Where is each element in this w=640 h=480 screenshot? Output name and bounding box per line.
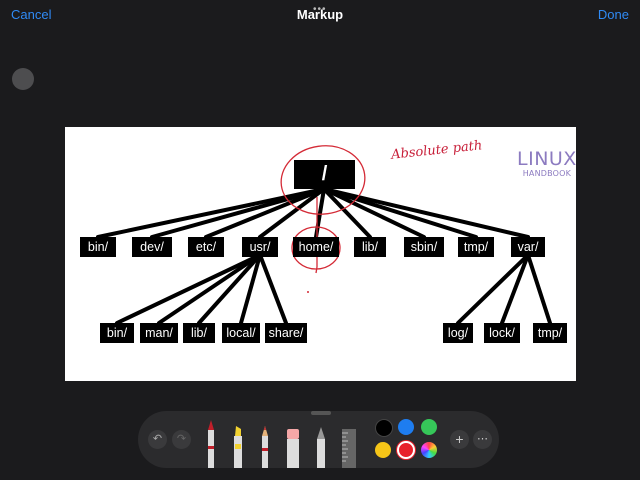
node-usr-share: share/	[265, 323, 307, 343]
done-button[interactable]: Done	[598, 7, 629, 22]
floating-circle[interactable]	[12, 68, 34, 90]
pen-tool-icon[interactable]	[204, 418, 218, 468]
add-button[interactable]: +	[450, 430, 469, 449]
node-usr-lib: lib/	[183, 323, 215, 343]
node-etc: etc/	[188, 237, 224, 257]
page-title: Markup	[296, 7, 344, 22]
more-button[interactable]: ⋯	[473, 430, 492, 449]
node-sbin: sbin/	[404, 237, 444, 257]
top-bar: Cancel ••• Markup Done	[0, 0, 640, 30]
root-node: /	[294, 160, 355, 189]
logo-line-1: LINUX	[517, 148, 577, 170]
node-usr: usr/	[242, 237, 278, 257]
node-dev: dev/	[132, 237, 172, 257]
highlighter-tool-icon[interactable]	[231, 424, 245, 468]
redo-button[interactable]: ↷	[172, 430, 191, 449]
color-black-swatch[interactable]	[375, 419, 393, 437]
node-tmp: tmp/	[458, 237, 494, 257]
linux-handbook-logo: LINUX HANDBOOK	[517, 148, 577, 179]
color-red-swatch-selected[interactable]	[397, 441, 415, 459]
node-home: home/	[293, 237, 339, 257]
node-usr-man: man/	[140, 323, 178, 343]
color-yellow-swatch[interactable]	[375, 442, 391, 458]
node-usr-bin: bin/	[100, 323, 134, 343]
node-var-tmp: tmp/	[533, 323, 567, 343]
node-var-lock: lock/	[484, 323, 520, 343]
node-usr-local: local/	[222, 323, 260, 343]
node-bin: bin/	[80, 237, 116, 257]
lasso-tool-icon[interactable]	[314, 425, 328, 468]
eraser-tool-icon[interactable]	[285, 427, 301, 468]
pencil-tool-icon[interactable]	[258, 424, 272, 468]
markup-canvas[interactable]: / Absolute path LINUX HANDBOOK bin/ dev/…	[65, 127, 576, 381]
undo-button[interactable]: ↶	[148, 430, 167, 449]
toolbar-drag-handle[interactable]	[311, 411, 331, 415]
color-green-swatch[interactable]	[421, 419, 437, 435]
node-var-log: log/	[443, 323, 473, 343]
color-picker-wheel-icon[interactable]	[421, 442, 437, 458]
logo-line-2: HANDBOOK	[522, 169, 572, 178]
node-lib: lib/	[354, 237, 386, 257]
color-blue-swatch[interactable]	[398, 419, 414, 435]
ruler-tool-icon[interactable]	[340, 427, 358, 468]
node-var: var/	[511, 237, 545, 257]
